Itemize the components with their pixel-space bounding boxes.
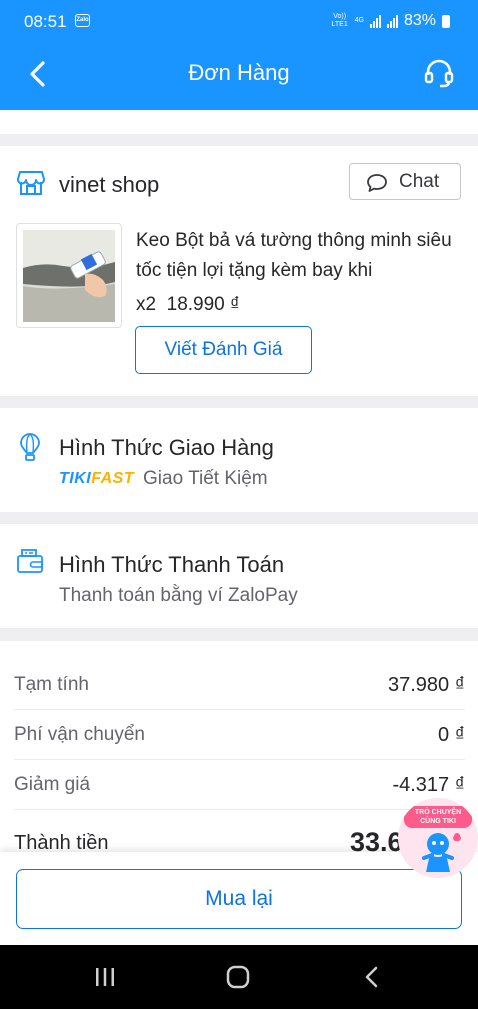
- app-header: Đơn Hàng: [0, 42, 478, 110]
- shop-name[interactable]: vinet shop: [59, 172, 159, 198]
- product-quantity-price: x2 18.990 ₫: [136, 294, 240, 316]
- rebuy-button[interactable]: Mua lại: [16, 869, 462, 929]
- system-nav-bar: [0, 945, 478, 1009]
- chat-button[interactable]: Chat: [349, 163, 461, 200]
- signal-icon: [386, 14, 398, 28]
- page-title: Đơn Hàng: [188, 60, 290, 85]
- product-photo: [23, 230, 115, 322]
- chat-bubble-line1: TRÒ CHUYỆN: [414, 809, 462, 816]
- home-icon[interactable]: [226, 965, 250, 989]
- payment-icon: [17, 549, 43, 573]
- chat-label: Chat: [399, 171, 440, 192]
- chat-bubble-line2: CÙNG TIKI: [420, 818, 456, 825]
- summary-value: -4.317 ₫: [392, 774, 465, 796]
- summary-value: 0 ₫: [438, 724, 465, 746]
- product-price: 18.990 ₫: [166, 294, 240, 315]
- chat-bubble-label: TRÒ CHUYỆN CÙNG TIKI: [404, 806, 472, 828]
- payment-method: Thanh toán bằng ví ZaloPay: [59, 585, 298, 606]
- headset-icon[interactable]: [422, 56, 456, 90]
- bottom-action-bar: Mua lại: [0, 852, 478, 945]
- volte-icon: Vo)) LTE1: [331, 13, 348, 28]
- summary-row-discount: Giảm giá -4.317 ₫: [14, 760, 465, 810]
- shop-icon: [17, 171, 45, 195]
- shipping-section: Hình Thức Giao Hàng TIKIFAST Giao Tiết K…: [0, 408, 478, 512]
- tikifast-logo: TIKIFAST: [59, 470, 134, 488]
- recents-icon[interactable]: [94, 967, 116, 987]
- status-bar: 08:51 Zalo Vo)) LTE1 4G 83%: [0, 0, 478, 42]
- zalo-notification-icon: Zalo: [75, 14, 90, 27]
- status-time: 08:51: [24, 12, 67, 31]
- write-review-button[interactable]: Viết Đánh Giá: [135, 326, 312, 374]
- summary-row-subtotal: Tạm tính 37.980 ₫: [14, 660, 465, 710]
- product-quantity: x2: [136, 294, 157, 315]
- product-name[interactable]: Keo Bột bả vá tường thông minh siêu tốc …: [136, 226, 462, 286]
- status-indicators: Vo)) LTE1 4G 83%: [331, 12, 450, 30]
- signal-icon: [369, 14, 381, 28]
- tiki-chat-bubble[interactable]: TRÒ CHUYỆN CÙNG TIKI: [398, 798, 478, 878]
- top-strip: [0, 110, 478, 134]
- payment-section: Hình Thức Thanh Toán Thanh toán bằng ví …: [0, 524, 478, 628]
- summary-value: 37.980 ₫: [388, 674, 465, 696]
- summary-label: Phí vận chuyển: [14, 724, 145, 745]
- payment-title: Hình Thức Thanh Toán: [59, 552, 285, 577]
- shop-section: vinet shop Chat Keo Bột bả vá tường thôn…: [0, 146, 478, 396]
- summary-label: Tạm tính: [14, 674, 89, 695]
- tikifast-logo-fast: FAST: [91, 470, 135, 487]
- chat-bubble-icon: [367, 174, 387, 192]
- back-icon[interactable]: [362, 966, 382, 988]
- battery-percent: 83%: [403, 12, 436, 29]
- network-type-icon: 4G: [354, 17, 364, 24]
- shipping-method: Giao Tiết Kiệm: [143, 468, 268, 489]
- shipping-title: Hình Thức Giao Hàng: [59, 435, 274, 460]
- summary-row-shipping-fee: Phí vận chuyển 0 ₫: [14, 710, 465, 760]
- tikifast-logo-tiki: TIKI: [59, 470, 92, 487]
- battery-icon: [442, 14, 450, 28]
- tiki-mascot-icon: [422, 833, 461, 872]
- hot-air-balloon-icon: [20, 433, 40, 461]
- product-image[interactable]: [16, 223, 122, 328]
- summary-label: Giảm giá: [14, 774, 91, 795]
